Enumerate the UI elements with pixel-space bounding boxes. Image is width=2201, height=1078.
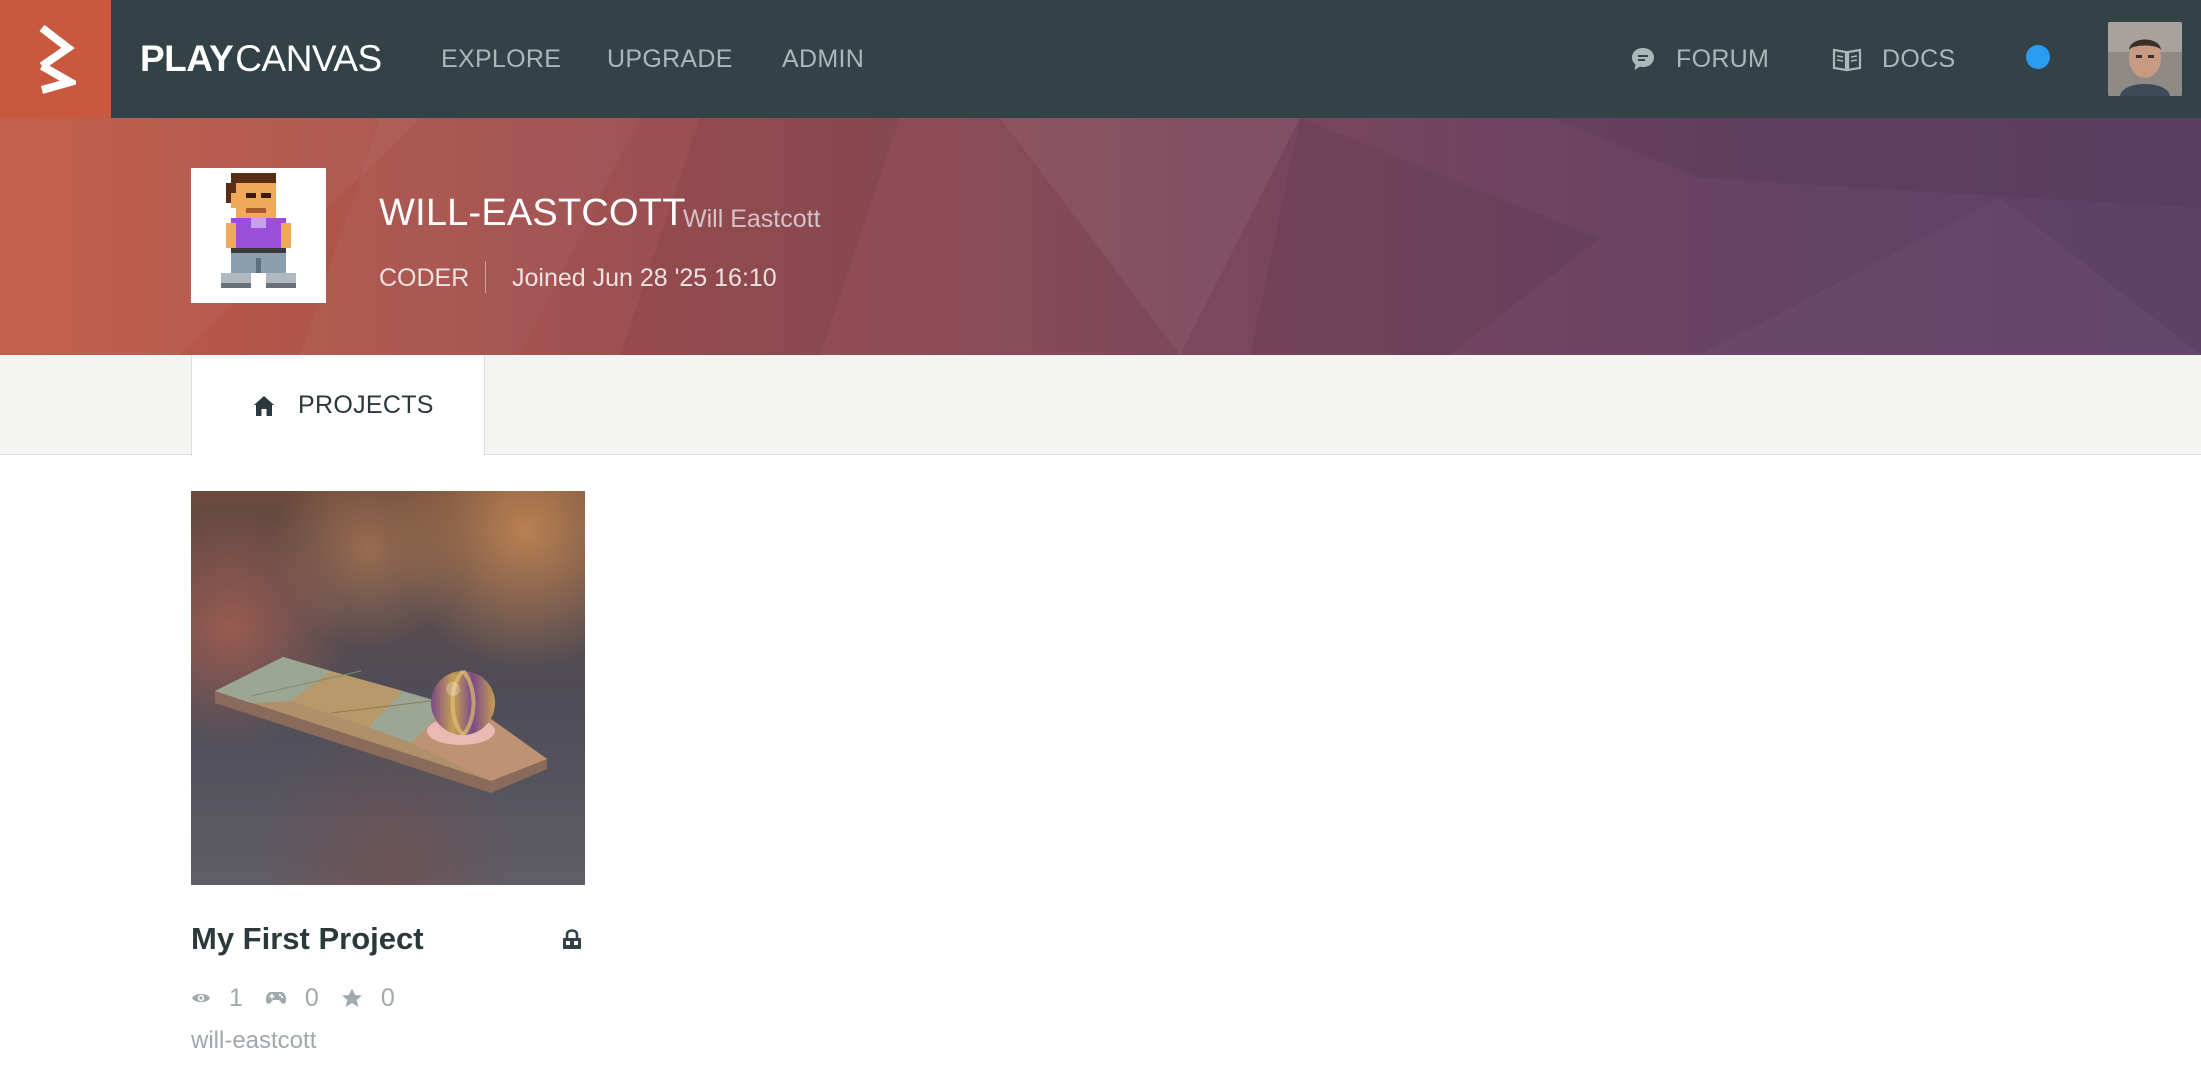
profile-avatar (191, 168, 326, 303)
project-views-count: 1 (229, 983, 243, 1012)
profile-username: WILL-EASTCOTT (379, 192, 686, 234)
banner-pattern (0, 118, 2201, 355)
profile-banner: WILL-EASTCOTT Will Eastcott CODER Joined… (0, 118, 2201, 355)
brand-name-light: CANVAS (235, 38, 382, 79)
tab-projects[interactable]: PROJECTS (191, 355, 485, 456)
star-icon (341, 988, 363, 1008)
brand-wordmark[interactable]: PLAY CANVAS (140, 0, 382, 118)
nav-forum-label: FORUM (1676, 44, 1770, 73)
project-card[interactable]: My First Project 1 0 0 will-eastcott (191, 491, 585, 1055)
nav-upgrade-link[interactable]: UPGRADE (607, 0, 733, 118)
profile-full-name: Will Eastcott (683, 205, 821, 233)
profile-role: CODER (379, 264, 470, 292)
project-views: 1 (191, 984, 243, 1013)
chat-bubble-icon (1630, 46, 1656, 72)
tab-projects-label: PROJECTS (298, 391, 434, 419)
nav-docs-link[interactable]: DOCS (1832, 0, 1955, 118)
eye-icon (191, 991, 211, 1005)
project-thumbnail[interactable] (191, 491, 585, 885)
notification-status-dot[interactable] (2026, 45, 2050, 69)
project-owner-link[interactable]: will-eastcott (191, 1027, 585, 1055)
book-icon (1832, 46, 1862, 72)
project-plays-count: 0 (304, 983, 319, 1012)
project-stars: 0 (341, 984, 395, 1013)
lock-icon (561, 929, 583, 956)
home-icon (252, 394, 276, 418)
nav-admin-link[interactable]: ADMIN (782, 0, 864, 118)
pixel-character-avatar-icon (191, 168, 326, 303)
project-stats: 1 0 0 (191, 983, 585, 1013)
project-title[interactable]: My First Project (191, 921, 424, 957)
playcanvas-logo-icon (39, 24, 76, 94)
profile-meta-divider (485, 261, 486, 293)
user-avatar-menu[interactable] (2108, 22, 2182, 96)
profile-tabs: PROJECTS (0, 355, 2201, 456)
user-photo-icon (2108, 22, 2182, 96)
profile-joined-date: Joined Jun 28 '25 16:10 (512, 264, 777, 292)
project-title-row: My First Project (191, 921, 585, 971)
project-plays: 0 (265, 984, 319, 1013)
gamepad-icon (265, 990, 287, 1006)
playcanvas-logo-button[interactable] (0, 0, 111, 118)
nav-forum-link[interactable]: FORUM (1630, 0, 1769, 118)
nav-explore-link[interactable]: EXPLORE (441, 0, 561, 118)
brand-name-bold: PLAY (140, 38, 234, 79)
nav-docs-label: DOCS (1882, 44, 1956, 73)
top-navigation-bar: PLAY CANVAS EXPLORE UPGRADE ADMIN FORUM D… (0, 0, 2201, 118)
project-stars-count: 0 (380, 983, 395, 1012)
